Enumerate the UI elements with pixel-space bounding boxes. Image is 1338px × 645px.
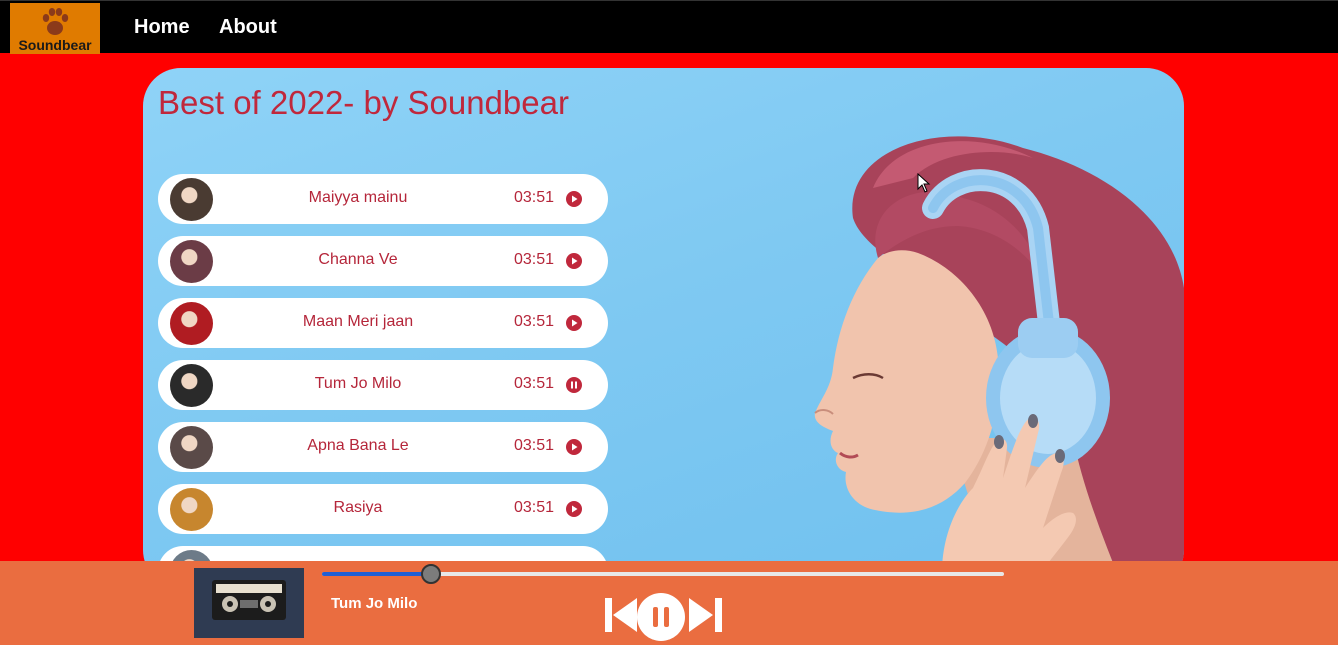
play-circle-icon[interactable]: [566, 501, 582, 517]
skip-next-icon[interactable]: [689, 594, 722, 636]
song-thumbnail: [170, 240, 213, 283]
play-circle-icon[interactable]: [566, 315, 582, 331]
skip-previous-icon[interactable]: [605, 594, 637, 636]
cassette-cover-image: [194, 568, 304, 638]
song-row-tum-jo-milo[interactable]: Tum Jo Milo 03:51: [158, 360, 608, 410]
song-row-maan-meri-jaan[interactable]: Maan Meri jaan 03:51: [158, 298, 608, 348]
song-title: Tum Jo Milo: [314, 375, 402, 392]
play-circle-icon[interactable]: [566, 439, 582, 455]
song-title: Apna Bana Le: [307, 437, 409, 454]
nav-home-link[interactable]: Home: [134, 16, 190, 39]
song-duration: 03:51: [514, 437, 555, 454]
pause-circle-icon[interactable]: [566, 377, 582, 393]
hero-headphones-image: [814, 136, 1184, 588]
nav-about-link[interactable]: About: [219, 16, 277, 39]
song-thumbnail: [170, 364, 213, 407]
song-duration: 03:51: [514, 313, 555, 330]
song-title: Channa Ve: [318, 251, 398, 268]
mouse-cursor-icon: [917, 173, 931, 193]
logo-text: Soundbear: [18, 37, 92, 53]
song-row-apna-bana-le[interactable]: Apna Bana Le 03:51: [158, 422, 608, 472]
play-circle-icon[interactable]: [566, 191, 582, 207]
song-thumbnail: [170, 426, 213, 469]
song-title: Rasiya: [333, 499, 383, 516]
song-row-channa-ve[interactable]: Channa Ve 03:51: [158, 236, 608, 286]
progress-fill: [322, 572, 432, 576]
song-duration: 03:51: [514, 251, 555, 268]
page-title: Best of 2022- by Soundbear: [158, 84, 569, 121]
song-thumbnail: [170, 302, 213, 345]
song-duration: 03:51: [514, 375, 555, 392]
song-thumbnail: [170, 488, 213, 531]
song-duration: 03:51: [514, 189, 555, 206]
now-playing-title: Tum Jo Milo: [331, 595, 418, 612]
song-row-maiyya-mainu[interactable]: Maiyya mainu 03:51: [158, 174, 608, 224]
song-row-rasiya[interactable]: Rasiya 03:51: [158, 484, 608, 534]
song-thumbnail: [170, 178, 213, 221]
progress-slider[interactable]: [322, 564, 1004, 584]
player-bar: Tum Jo Milo: [0, 561, 1338, 645]
top-navbar: Soundbear Home About: [0, 0, 1338, 54]
paw-icon: [42, 8, 69, 35]
song-duration: 03:51: [514, 499, 555, 516]
song-title: Maan Meri jaan: [302, 313, 414, 330]
playlist-card: Best of 2022- by Soundbear Maiyya mainu …: [143, 68, 1184, 588]
soundbear-logo[interactable]: Soundbear: [10, 3, 100, 54]
progress-handle[interactable]: [421, 564, 442, 584]
play-circle-icon[interactable]: [566, 253, 582, 269]
song-title: Maiyya mainu: [308, 189, 408, 206]
pause-icon[interactable]: [636, 592, 686, 642]
